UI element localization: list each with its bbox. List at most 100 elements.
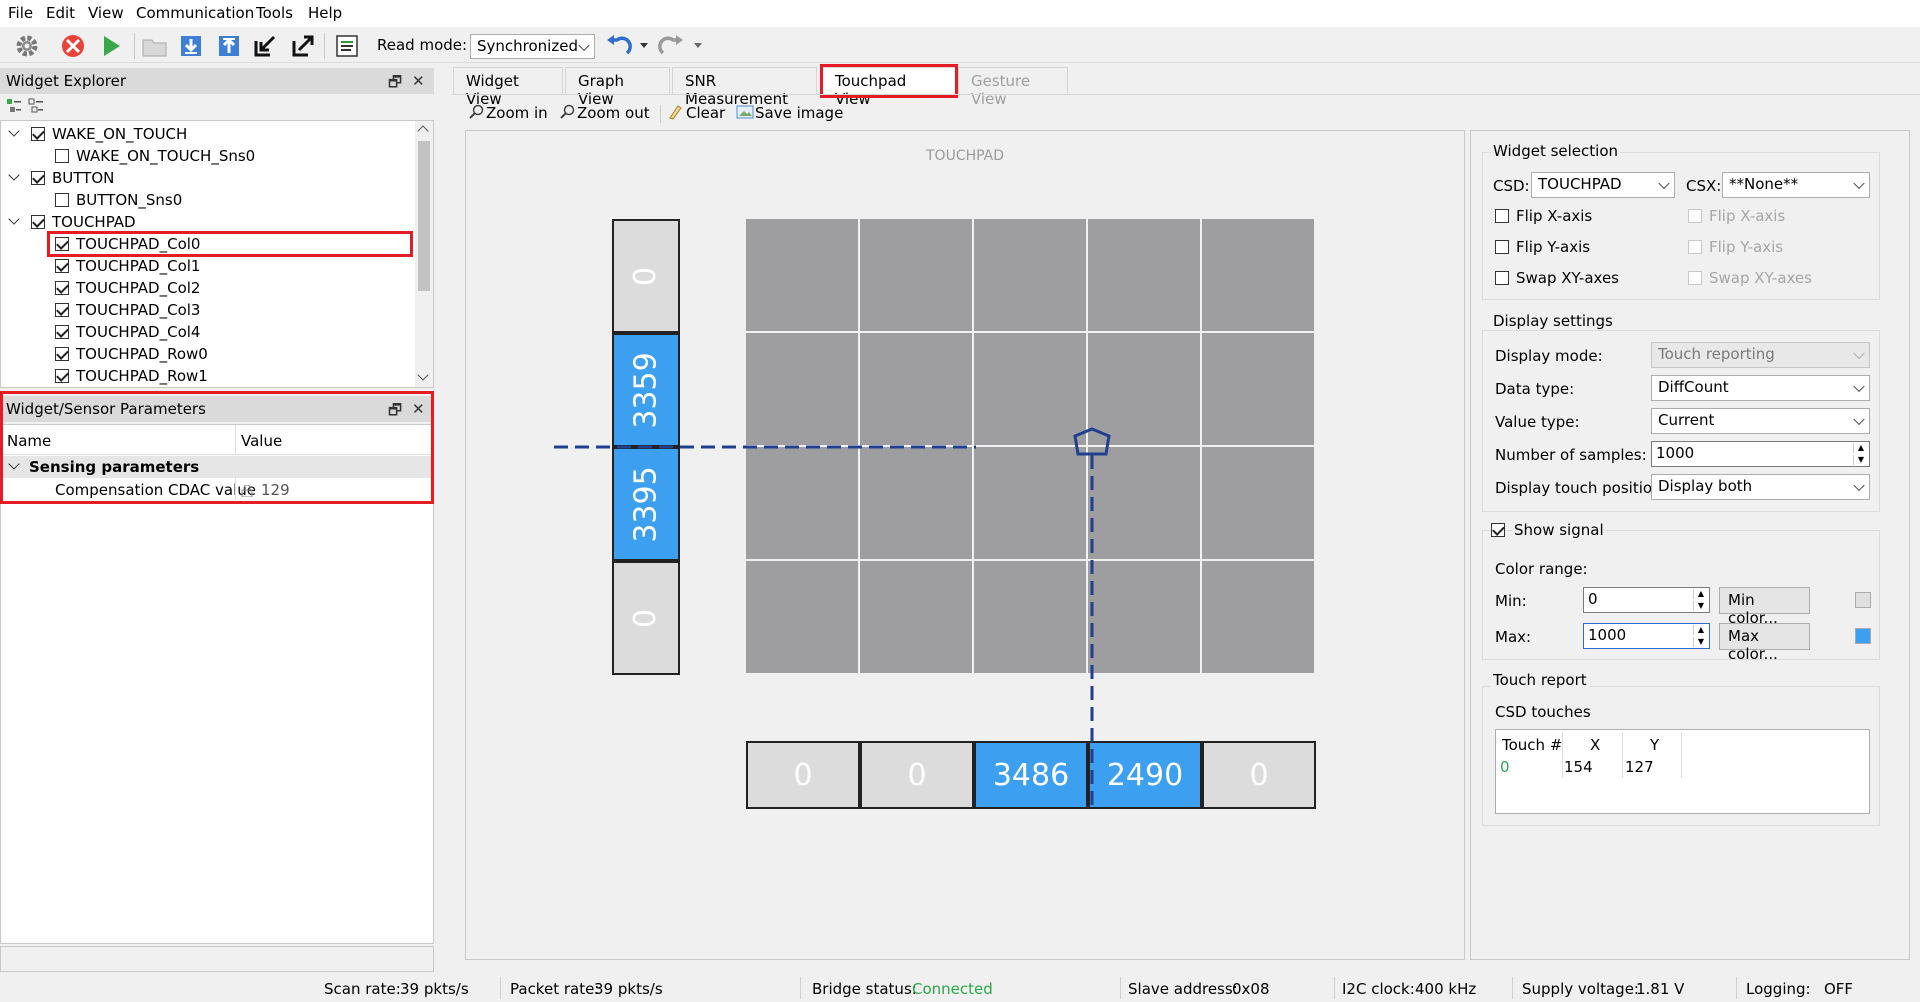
value-type-select[interactable]: Current [1651, 408, 1870, 434]
tree-item-checkbox[interactable] [55, 347, 69, 361]
redo-dropdown-icon[interactable] [694, 43, 702, 48]
toolbar: Read mode: Synchronized [0, 27, 1920, 63]
menu-help[interactable]: Help [308, 4, 342, 22]
export-icon[interactable] [288, 32, 318, 60]
csx-swap-xy-checkbox[interactable] [1688, 271, 1702, 285]
touchpad-cell [974, 447, 1086, 559]
tree-item-button-sns0[interactable]: BUTTON_Sns0 [1, 189, 411, 211]
menu-tools[interactable]: Tools [256, 4, 293, 22]
display-mode-select[interactable]: Touch reporting [1651, 342, 1870, 368]
zoom-in-icon[interactable] [468, 104, 484, 120]
menu-view[interactable]: View [88, 4, 124, 22]
tree-item-checkbox[interactable] [55, 303, 69, 317]
tree-item-button[interactable]: BUTTON [1, 167, 411, 189]
max-spinbox[interactable]: 1000 ▲ ▼ [1583, 623, 1710, 649]
settings-gear-icon[interactable] [12, 32, 42, 60]
read-mode-select[interactable]: Synchronized [470, 34, 595, 59]
tree-item-checkbox[interactable] [55, 149, 69, 163]
tree-item-touchpad-row0[interactable]: TOUCHPAD_Row0 [1, 343, 411, 365]
menu-file[interactable]: File [8, 4, 33, 22]
save-image-button[interactable]: Save image [755, 104, 843, 122]
clear-icon[interactable] [667, 104, 683, 120]
open-folder-icon[interactable] [140, 32, 170, 60]
close-panel-icon[interactable]: ✕ [412, 72, 425, 90]
touch-position-select[interactable]: Display both [1651, 474, 1870, 500]
tree-item-label: TOUCHPAD_Col2 [76, 279, 201, 297]
redo-icon[interactable] [656, 32, 686, 60]
menu-edit[interactable]: Edit [46, 4, 75, 22]
tree-item-checkbox[interactable] [55, 259, 69, 273]
touchpad-cell [974, 561, 1086, 673]
tree-item-touchpad-col4[interactable]: TOUCHPAD_Col4 [1, 321, 411, 343]
flip-x-checkbox[interactable] [1495, 209, 1509, 223]
upload-icon[interactable] [214, 32, 244, 60]
undo-dropdown-icon[interactable] [640, 43, 648, 48]
tree-item-wake-on-touch[interactable]: WAKE_ON_TOUCH [1, 123, 411, 145]
undo-icon[interactable] [604, 32, 634, 60]
clear-button[interactable]: Clear [686, 104, 725, 122]
samples-spinbox[interactable]: 1000 ▲ ▼ [1651, 441, 1870, 467]
supply-voltage-label: Supply voltage: [1522, 980, 1639, 998]
i2c-clock-value: 400 kHz [1415, 980, 1477, 998]
tree-item-checkbox[interactable] [31, 215, 45, 229]
tree-scrollbar[interactable] [415, 121, 433, 387]
scan-rate-value: 39 pkts/s [400, 980, 469, 998]
csx-select[interactable]: **None** [1722, 172, 1870, 198]
scrollbar-thumb[interactable] [418, 141, 430, 291]
tree-expand-icon[interactable] [8, 169, 20, 181]
collapse-all-icon[interactable] [28, 98, 44, 114]
log-icon[interactable] [332, 32, 362, 60]
tree-item-touchpad-col1[interactable]: TOUCHPAD_Col1 [1, 255, 411, 277]
float-panel-icon[interactable]: 🗗 [388, 72, 402, 97]
menu-communication[interactable]: Communication [136, 4, 254, 22]
tree-item-checkbox[interactable] [55, 369, 69, 383]
expand-all-icon[interactable] [6, 98, 22, 114]
touchpad-canvas: TOUCHPAD 0 3359 3395 0 0 0 3486 2490 0 [465, 130, 1465, 960]
max-color-button[interactable]: Max color... [1719, 623, 1810, 663]
x-header: X [1590, 736, 1601, 754]
tree-item-checkbox[interactable] [55, 193, 69, 207]
tree-item-wake-on-touch-sns0[interactable]: WAKE_ON_TOUCH_Sns0 [1, 145, 411, 167]
tree-item-touchpad-col3[interactable]: TOUCHPAD_Col3 [1, 299, 411, 321]
csx-flip-x-checkbox[interactable] [1688, 209, 1702, 223]
tree-item-touchpad-row1[interactable]: TOUCHPAD_Row1 [1, 365, 411, 387]
scroll-down-icon[interactable] [417, 369, 429, 381]
tab-graph-view[interactable]: Graph View [565, 67, 670, 108]
flip-y-checkbox[interactable] [1495, 240, 1509, 254]
csx-label: CSX: [1686, 177, 1722, 195]
data-type-select[interactable]: DiffCount [1651, 375, 1870, 401]
swap-xy-checkbox[interactable] [1495, 271, 1509, 285]
tree-item-checkbox[interactable] [55, 325, 69, 339]
touch-report-title: Touch report [1491, 671, 1589, 689]
tab-gesture-view[interactable]: Gesture View [958, 67, 1068, 108]
zoom-out-icon[interactable] [559, 104, 575, 120]
zoom-in-button[interactable]: Zoom in [486, 104, 548, 122]
tree-expand-icon[interactable] [8, 125, 20, 137]
tree-item-touchpad-col2[interactable]: TOUCHPAD_Col2 [1, 277, 411, 299]
tree-expand-icon[interactable] [8, 213, 20, 225]
min-spinbox[interactable]: 0 ▲ ▼ [1583, 587, 1710, 613]
tree-item-label: WAKE_ON_TOUCH [52, 125, 188, 143]
import-icon[interactable] [250, 32, 280, 60]
tree-item-touchpad[interactable]: TOUCHPAD [1, 211, 411, 233]
start-play-icon[interactable] [96, 32, 126, 60]
zoom-out-button[interactable]: Zoom out [577, 104, 650, 122]
explorer-footer [0, 946, 434, 972]
tab-widget-view[interactable]: Widget View [453, 67, 563, 108]
row-sensor: 0 [612, 561, 680, 675]
tree-item-checkbox[interactable] [31, 171, 45, 185]
download-icon[interactable] [176, 32, 206, 60]
stop-icon[interactable] [58, 32, 88, 60]
tab-snr-measurement[interactable]: SNR Measurement [672, 67, 817, 108]
min-color-button[interactable]: Min color... [1719, 587, 1810, 627]
csd-select[interactable]: TOUCHPAD [1531, 172, 1675, 198]
scroll-up-icon[interactable] [417, 125, 429, 137]
display-settings-title: Display settings [1491, 312, 1615, 330]
tree-item-checkbox[interactable] [55, 281, 69, 295]
save-image-icon[interactable] [736, 104, 754, 120]
column-sensor-value: 3486 [992, 757, 1070, 793]
row-sensor-value: 3359 [628, 351, 664, 429]
csx-flip-y-checkbox[interactable] [1688, 240, 1702, 254]
tree-item-checkbox[interactable] [31, 127, 45, 141]
show-signal-checkbox[interactable] [1491, 523, 1505, 537]
